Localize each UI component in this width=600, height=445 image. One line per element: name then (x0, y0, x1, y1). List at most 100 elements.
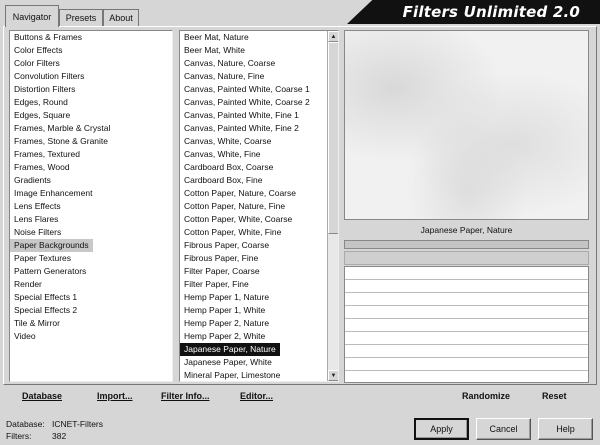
tab-presets[interactable]: Presets (59, 9, 103, 26)
category-item[interactable]: Buttons & Frames (10, 31, 172, 44)
filter-item[interactable]: Filter Paper, Coarse (180, 265, 326, 278)
tab-about-label: About (109, 13, 133, 23)
scroll-down-glyph: ▼ (330, 372, 337, 379)
filter-item[interactable]: Japanese Paper, Nature (180, 343, 280, 356)
filter-preview-image (344, 30, 589, 220)
category-item[interactable]: Edges, Square (10, 109, 172, 122)
filter-item[interactable]: Canvas, White, Coarse (180, 135, 326, 148)
apply-button[interactable]: Apply (414, 418, 469, 440)
filter-item[interactable]: Canvas, Painted White, Coarse 2 (180, 96, 326, 109)
tab-presets-label: Presets (65, 13, 97, 23)
app-title-banner: Filters Unlimited 2.0 (347, 0, 600, 24)
category-item[interactable]: Paper Backgrounds (10, 239, 93, 252)
filter-list[interactable]: Beer Mat, Nature Beer Mat, White Canvas, N… (179, 30, 339, 382)
filter-item[interactable]: Cotton Paper, Nature, Coarse (180, 187, 326, 200)
randomize-button[interactable]: Randomize (462, 391, 510, 401)
editor-button[interactable]: Editor... (240, 391, 273, 401)
filter-item[interactable]: Canvas, Nature, Coarse (180, 57, 326, 70)
parameter-row[interactable] (345, 306, 588, 319)
filters-count-value: 382 (52, 431, 67, 441)
filter-item[interactable]: Canvas, White, Fine (180, 148, 326, 161)
parameters-list[interactable] (344, 266, 589, 383)
tab-navigator-label: Navigator (12, 11, 52, 22)
import-button[interactable]: Import... (97, 391, 133, 401)
category-item[interactable]: Special Effects 1 (10, 291, 172, 304)
category-item[interactable]: Noise Filters (10, 226, 172, 239)
category-item[interactable]: Convolution Filters (10, 70, 172, 83)
scroll-thumb[interactable] (328, 42, 338, 234)
database-info-value: ICNET-Filters (52, 419, 103, 429)
parameters-header (344, 251, 589, 265)
filter-item[interactable]: Fibrous Paper, Coarse (180, 239, 326, 252)
filters-count-label: Filters: (6, 431, 32, 441)
database-info: Database: ICNET-Filters (6, 419, 103, 429)
preview-filter-name: Japanese Paper, Nature (420, 225, 513, 235)
category-item[interactable]: Tile & Mirror (10, 317, 172, 330)
filter-item[interactable]: Hemp Paper 2, White (180, 330, 326, 343)
help-button-label: Help (556, 424, 575, 434)
category-item[interactable]: Render (10, 278, 172, 291)
filter-info-button[interactable]: Filter Info... (161, 391, 210, 401)
scroll-up-arrow-icon[interactable]: ▲ (328, 31, 338, 42)
filter-item[interactable]: Hemp Paper 2, Nature (180, 317, 326, 330)
filter-item[interactable]: Beer Mat, Nature (180, 31, 326, 44)
category-item[interactable]: Distortion Filters (10, 83, 172, 96)
filter-list-items: Beer Mat, Nature Beer Mat, White Canvas, N… (180, 31, 338, 381)
help-button[interactable]: Help (538, 418, 593, 440)
filter-item[interactable]: Canvas, Painted White, Fine 2 (180, 122, 326, 135)
parameter-row[interactable] (345, 345, 588, 358)
filter-item[interactable]: Cotton Paper, Nature, Fine (180, 200, 326, 213)
filter-item[interactable]: Canvas, Nature, Fine (180, 70, 326, 83)
reset-button[interactable]: Reset (542, 391, 567, 401)
filter-item[interactable]: Hemp Paper 1, White (180, 304, 326, 317)
filter-item[interactable]: Cardboard Box, Fine (180, 174, 326, 187)
filter-item[interactable]: Fibrous Paper, Fine (180, 252, 326, 265)
filter-item[interactable]: Canvas, Painted White, Fine 1 (180, 109, 326, 122)
category-item[interactable]: Lens Effects (10, 200, 172, 213)
category-item[interactable]: Video (10, 330, 172, 343)
category-list[interactable]: Buttons & Frames Color Effects Color Filte… (9, 30, 173, 382)
parameter-row[interactable] (345, 267, 588, 280)
scroll-down-arrow-icon[interactable]: ▼ (328, 370, 338, 381)
category-item[interactable]: Lens Flares (10, 213, 172, 226)
database-button[interactable]: Database (22, 391, 62, 401)
preview-progress-bar (344, 240, 589, 249)
filter-item[interactable]: Filter Paper, Fine (180, 278, 326, 291)
cancel-button-label: Cancel (489, 424, 518, 434)
apply-button-label: Apply (430, 424, 453, 434)
parameter-row[interactable] (345, 280, 588, 293)
category-item[interactable]: Special Effects 2 (10, 304, 172, 317)
parameter-row[interactable] (345, 293, 588, 306)
filter-item[interactable]: Beer Mat, White (180, 44, 326, 57)
scroll-up-glyph: ▲ (330, 33, 337, 40)
parameter-row[interactable] (345, 319, 588, 332)
app-title: Filters Unlimited 2.0 (402, 3, 580, 21)
tab-about[interactable]: About (103, 9, 139, 26)
category-item[interactable]: Gradients (10, 174, 172, 187)
parameter-row[interactable] (345, 332, 588, 345)
database-info-label: Database: (6, 419, 45, 429)
category-item[interactable]: Color Effects (10, 44, 172, 57)
filter-list-scrollbar[interactable]: ▲ ▼ (327, 31, 338, 381)
category-item[interactable]: Edges, Round (10, 96, 172, 109)
filters-count-info: Filters: 382 (6, 431, 66, 441)
category-item[interactable]: Color Filters (10, 57, 172, 70)
category-item[interactable]: Frames, Wood (10, 161, 172, 174)
filter-item[interactable]: Japanese Paper, White (180, 356, 326, 369)
filter-item[interactable]: Hemp Paper 1, Nature (180, 291, 326, 304)
filter-item[interactable]: Canvas, Painted White, Coarse 1 (180, 83, 326, 96)
filter-item[interactable]: Mineral Paper, Limestone (180, 369, 326, 381)
filter-item[interactable]: Cotton Paper, White, Coarse (180, 213, 326, 226)
cancel-button[interactable]: Cancel (476, 418, 531, 440)
filter-item[interactable]: Cardboard Box, Coarse (180, 161, 326, 174)
parameter-row[interactable] (345, 358, 588, 371)
category-item[interactable]: Paper Textures (10, 252, 172, 265)
category-item[interactable]: Frames, Marble & Crystal (10, 122, 172, 135)
category-item[interactable]: Frames, Stone & Granite (10, 135, 172, 148)
tab-navigator[interactable]: Navigator (5, 5, 59, 27)
category-list-items: Buttons & Frames Color Effects Color Filte… (10, 31, 172, 343)
filter-item[interactable]: Cotton Paper, White, Fine (180, 226, 326, 239)
category-item[interactable]: Frames, Textured (10, 148, 172, 161)
category-item[interactable]: Pattern Generators (10, 265, 172, 278)
category-item[interactable]: Image Enhancement (10, 187, 172, 200)
